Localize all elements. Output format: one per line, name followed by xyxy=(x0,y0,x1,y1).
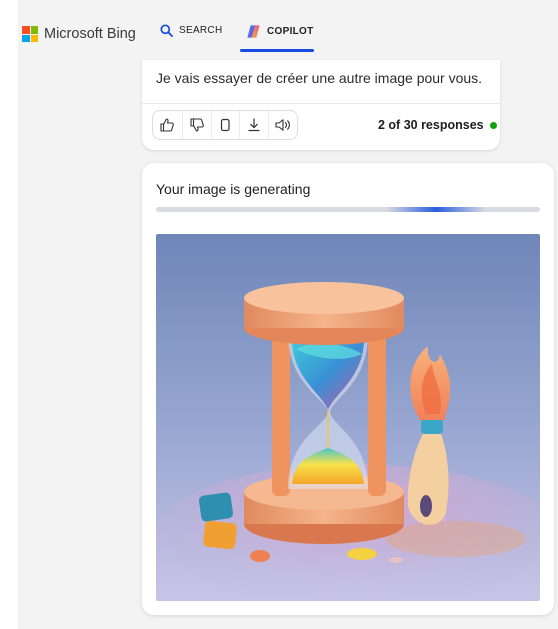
tab-search[interactable]: SEARCH xyxy=(160,24,222,37)
read-aloud-icon xyxy=(275,119,290,131)
tab-copilot-label: COPILOT xyxy=(267,26,314,37)
like-button[interactable] xyxy=(153,111,182,139)
assistant-message-text: Je vais essayer de créer une autre image… xyxy=(156,70,483,86)
read-aloud-button[interactable] xyxy=(268,111,297,139)
generation-progress-bar xyxy=(156,207,540,212)
message-divider xyxy=(142,103,500,104)
generation-status-text: Your image is generating xyxy=(156,181,311,197)
hourglass-and-paintbrush-image xyxy=(156,234,540,601)
tab-search-label: SEARCH xyxy=(179,25,223,36)
tab-copilot[interactable]: COPILOT xyxy=(246,24,314,39)
image-generation-card: Your image is generating xyxy=(142,163,554,615)
copy-icon xyxy=(221,118,231,132)
active-tab-indicator xyxy=(240,49,314,52)
dislike-button[interactable] xyxy=(181,111,211,139)
search-icon xyxy=(160,24,173,37)
assistant-message-card: Je vais essayer de créer une autre image… xyxy=(142,60,500,150)
copilot-icon xyxy=(247,25,260,38)
microsoft-logo-icon xyxy=(22,26,38,42)
header: Microsoft Bing SEARCH COPILOT xyxy=(0,0,558,60)
like-icon xyxy=(160,118,175,132)
progress-shimmer xyxy=(386,207,487,212)
download-icon xyxy=(248,118,260,132)
bing-logo[interactable]: Microsoft Bing xyxy=(22,26,136,42)
dislike-icon xyxy=(190,118,204,132)
status-dot-icon xyxy=(489,121,497,129)
copy-button[interactable] xyxy=(210,111,240,139)
download-button[interactable] xyxy=(239,111,268,139)
response-counter-label: 2 of 30 responses xyxy=(378,118,484,132)
response-counter: 2 of 30 responses xyxy=(378,118,497,132)
generated-image[interactable] xyxy=(156,234,540,601)
message-action-bar xyxy=(152,110,298,140)
brand-name: Microsoft Bing xyxy=(44,26,136,42)
